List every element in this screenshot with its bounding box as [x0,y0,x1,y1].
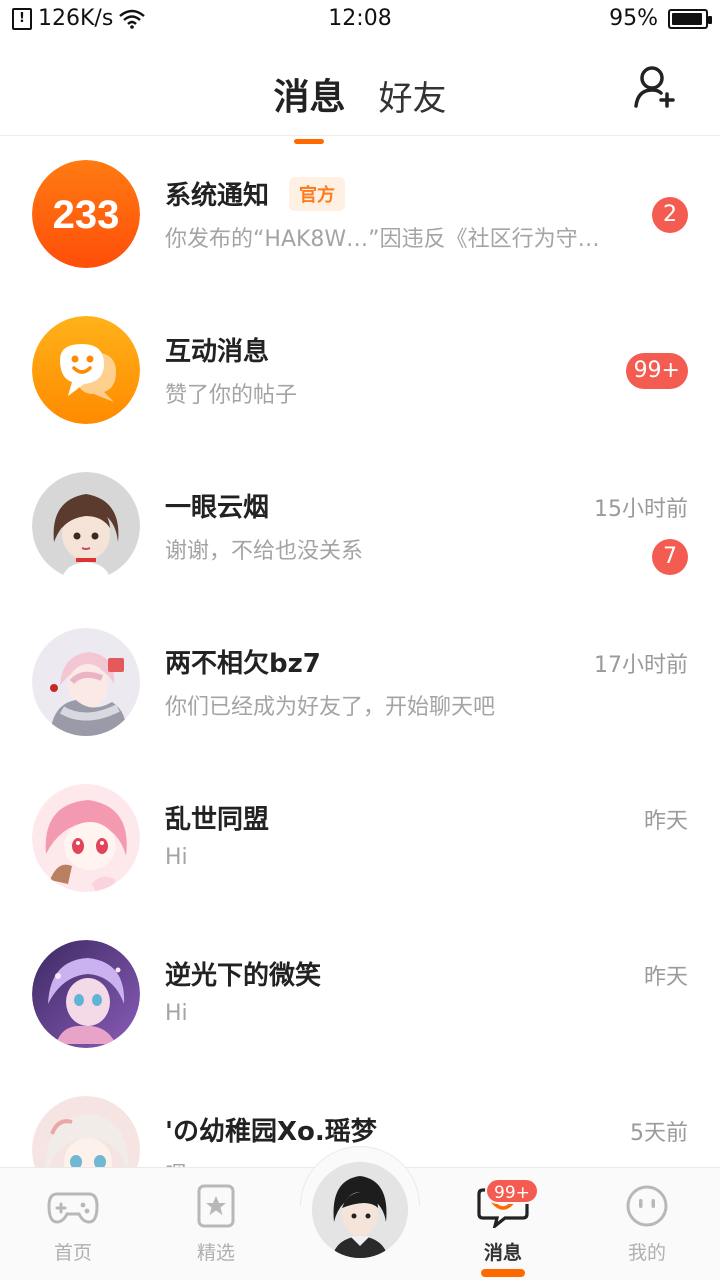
avatar-user [32,1096,140,1167]
logo-text: 233 [53,193,120,237]
message-time: 昨天 [643,965,688,990]
nav-featured-label: 精选 [196,1242,235,1264]
message-time: 15小时前 [594,497,688,522]
unread-badge: 2 [652,197,688,233]
header: 消息 好友 [0,40,720,144]
nav-profile[interactable]: 我的 [597,1184,697,1265]
message-title: 逆光下的微笑 [165,961,322,991]
message-item-chat[interactable]: 乱世同盟 Hi 昨天 [0,761,720,917]
unread-badge: 7 [652,539,688,575]
battery-percent: 95% [609,6,658,31]
avatar-interaction [32,316,140,424]
message-item-system-notice[interactable]: 233 系统通知 官方 你发布的“HAK8W…”因违反《社区行为守… 2 [0,137,720,293]
nav-center-avatar[interactable] [312,1162,408,1258]
tab-messages-label: 消息 [273,77,346,118]
tab-bar: 消息 好友 [0,68,720,144]
nav-home-label: 首页 [53,1242,92,1264]
message-item-chat[interactable]: 两不相欠bz7 你们已经成为好友了，开始聊天吧 17小时前 [0,605,720,761]
official-badge: 官方 [289,176,346,211]
message-title-text: 系统通知 [165,181,270,211]
message-item-interactions[interactable]: 互动消息 赞了你的帖子 99+ [0,293,720,449]
message-title: 系统通知 官方 [165,175,346,214]
message-preview: Hi [165,1001,188,1026]
tab-friends[interactable]: 好友 [379,71,447,120]
status-right: 95% [609,6,712,31]
star-card-icon [197,1184,235,1228]
nav-messages-badge: 99+ [485,1178,539,1204]
message-preview: Hi [165,845,188,870]
message-preview: 你们已经成为好友了，开始聊天吧 [165,695,496,720]
face-icon [626,1185,668,1227]
active-nav-indicator [481,1269,525,1277]
message-time: 17小时前 [594,653,688,678]
bottom-nav: 首页 精选 99+ 消息 我的 [0,1146,720,1280]
add-user-icon[interactable] [634,64,678,108]
message-preview: 赞了你的帖子 [165,383,298,408]
tab-messages[interactable]: 消息 [273,68,346,144]
message-item-chat[interactable]: 一眼云烟 谢谢，不给也没关系 15小时前 7 [0,449,720,605]
tab-friends-label: 好友 [378,79,447,119]
battery-level [672,12,703,25]
message-item-chat[interactable]: 逆光下的微笑 Hi 昨天 [0,917,720,1073]
avatar-user [32,628,140,736]
avatar-user [32,472,140,580]
message-title: 乱世同盟 [165,805,270,835]
nav-messages-label-text: 消息 [483,1242,522,1264]
nav-profile-label: 我的 [627,1242,666,1264]
nav-messages-label: 消息 [453,1238,553,1277]
message-preview: 你发布的“HAK8W…”因违反《社区行为守… [165,227,600,252]
unread-badge: 99+ [625,353,688,389]
battery-icon [668,8,712,29]
avatar-user [32,784,140,892]
avatar-user [32,940,140,1048]
message-title: 两不相欠bz7 [165,649,321,679]
message-time: 5天前 [630,1121,688,1146]
avatar-233-logo: 233 [32,160,140,268]
message-preview: 嗯 [165,1157,187,1167]
nav-messages[interactable]: 99+ 消息 [453,1178,553,1277]
gamepad-icon [47,1192,99,1224]
message-preview: 谢谢，不给也没关系 [165,539,364,564]
message-title: 一眼云烟 [165,493,270,523]
message-title: 互动消息 [165,337,270,367]
message-title: 'の幼稚园Xo.瑶梦 [165,1117,377,1147]
message-time: 昨天 [643,809,688,834]
status-bar: ! 126K/s 12:08 95% [0,0,720,40]
message-list: 233 系统通知 官方 你发布的“HAK8W…”因违反《社区行为守… 2 互动消… [0,137,720,1167]
nav-home[interactable]: 首页 [23,1184,123,1265]
nav-featured[interactable]: 精选 [166,1184,266,1265]
